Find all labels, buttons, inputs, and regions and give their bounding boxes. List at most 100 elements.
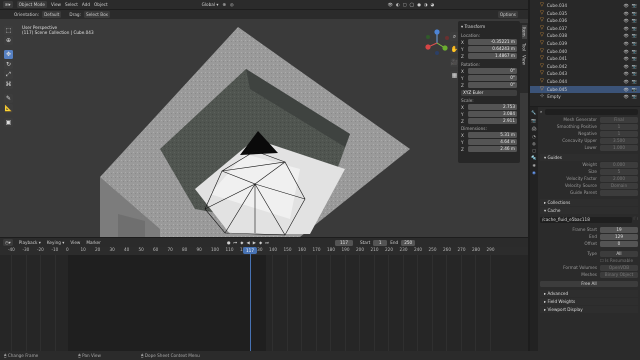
location-y-field[interactable]: 0.64243 m (468, 46, 517, 52)
menu-select[interactable]: Select (65, 2, 78, 7)
particles-tab-icon[interactable]: ✺ (532, 163, 536, 168)
rotation-y-field[interactable]: 0° (468, 75, 517, 81)
output-tab-icon[interactable]: 🖨 (531, 126, 536, 132)
playhead-frame-badge[interactable]: 117 (243, 247, 257, 254)
property-value[interactable]: 5 (600, 168, 638, 175)
outliner-row[interactable]: ▽ Cube.034 👁 📷 (530, 2, 640, 10)
add-cube-tool-icon[interactable]: ▣ (4, 118, 13, 127)
timeline-area[interactable]: -40-30-20-100102030405060708090100110120… (0, 247, 528, 351)
camera-icon[interactable]: 📷 (632, 86, 637, 94)
xray-icon[interactable]: ▢ (403, 2, 407, 8)
rotation-mode-select[interactable]: XYZ Euler (461, 90, 517, 96)
camera-icon[interactable]: 📷 (632, 2, 637, 10)
play-icon[interactable]: ▶ (253, 240, 256, 245)
meshes-select[interactable]: Binary Object (600, 271, 638, 278)
camera-icon[interactable]: 📷 (632, 48, 637, 56)
3d-viewport[interactable]: User Perspective (117) Scene Collection … (0, 19, 528, 237)
eye-icon[interactable]: 👁 (623, 32, 628, 40)
property-value[interactable]: 2.000 (600, 175, 638, 182)
prev-keyframe-icon[interactable]: ◆ (240, 240, 243, 245)
eye-icon[interactable]: 👁 (623, 48, 628, 56)
outliner-row[interactable]: ▽ Cube.040 👁 📷 (530, 48, 640, 56)
menu-keying[interactable]: Keying ▾ (47, 240, 65, 245)
mode-select[interactable]: Object Mode (16, 1, 48, 8)
select-box-tool-icon[interactable]: ⬚ (4, 26, 13, 35)
view-icon[interactable]: 👁 (388, 2, 393, 8)
scale-x-field[interactable]: 2.753 (468, 104, 517, 110)
outliner-row[interactable]: ⊹ Empty 👁 📷 (530, 93, 640, 101)
outliner-row[interactable]: ▽ Cube.037 👁 📷 (530, 25, 640, 33)
snap-icon[interactable]: ⊕ (222, 2, 226, 7)
outliner-row[interactable]: ▽ Cube.042 👁 📷 (530, 63, 640, 71)
render-tab-icon[interactable]: 📷 (531, 118, 536, 124)
properties-search-input[interactable] (545, 108, 638, 115)
eye-icon[interactable]: 👁 (623, 55, 628, 63)
property-value[interactable]: 19 (600, 226, 638, 233)
end-frame-field[interactable]: 250 (401, 239, 416, 246)
property-value[interactable] (600, 189, 638, 196)
rotation-z-field[interactable]: 0° (468, 82, 517, 88)
scale-y-field[interactable]: 3.084 (468, 111, 517, 117)
outliner-row[interactable]: ▽ Cube.036 👁 📷 (530, 17, 640, 25)
camera-icon[interactable]: 📷 (632, 25, 637, 33)
menu-playback[interactable]: Playback ▾ (19, 240, 41, 245)
tool-tab-icon[interactable]: 🔧 (531, 110, 536, 116)
start-frame-field[interactable]: 1 (373, 239, 388, 246)
outliner-row[interactable]: ▽ Cube.043 👁 📷 (530, 70, 640, 78)
menu-timeline-view[interactable]: View (70, 240, 80, 245)
camera-icon[interactable]: 📷 (632, 17, 637, 25)
orientation-select[interactable]: Default (42, 11, 62, 18)
world-tab-icon[interactable]: ◍ (532, 141, 536, 146)
camera-icon[interactable]: 📷 (632, 63, 637, 71)
outliner-row[interactable]: ▽ Cube.039 👁 📷 (530, 40, 640, 48)
eye-icon[interactable]: 👁 (623, 2, 628, 10)
menu-add[interactable]: Add (82, 2, 90, 7)
camera-icon[interactable]: 📷 (632, 70, 637, 78)
transform-orientation-select[interactable]: Global ▾ (202, 2, 219, 7)
transform-tool-icon[interactable]: ⌘ (4, 80, 13, 89)
cache-type-select[interactable]: All (600, 250, 638, 257)
location-z-field[interactable]: 1.4867 m (468, 53, 517, 59)
camera-icon[interactable]: 📷 (632, 78, 637, 86)
collections-panel-header[interactable]: ▸ Collections (540, 199, 638, 206)
modifier-tab-icon[interactable]: 🔩 (531, 155, 536, 161)
property-value[interactable]: Domain (600, 182, 638, 189)
property-value[interactable]: Final (600, 116, 638, 123)
physics-tab-icon[interactable]: ◉ (532, 170, 536, 175)
eye-icon[interactable]: 👁 (623, 40, 628, 48)
play-reverse-icon[interactable]: ◀ (247, 240, 250, 245)
scale-z-field[interactable]: 2.911 (468, 118, 517, 124)
scale-tool-icon[interactable]: ⤢ (4, 70, 13, 79)
camera-icon[interactable]: 📷 (632, 10, 637, 18)
eye-icon[interactable]: 👁 (623, 25, 628, 33)
current-frame-field[interactable]: 117 (334, 239, 353, 246)
playhead-line[interactable] (250, 247, 251, 351)
dimensions-y-field[interactable]: 4.64 m (468, 139, 517, 145)
folder-icon[interactable]: 🗀 (634, 216, 638, 223)
transform-panel-title[interactable]: ▾ Transform (461, 23, 517, 30)
property-value[interactable]: 3.500 (600, 137, 638, 144)
eye-icon[interactable]: 👁 (623, 17, 628, 25)
solid-shading-icon[interactable]: ● (417, 2, 421, 8)
cache-path-field[interactable]: /cache_fluid_e5bac118 (540, 216, 632, 223)
proportional-icon[interactable]: ◎ (230, 2, 234, 7)
free-all-button[interactable]: Free All (540, 281, 638, 287)
timeline-editor-type-button[interactable]: ◷▾ (3, 239, 13, 246)
eye-icon[interactable]: 👁 (623, 93, 628, 101)
property-value[interactable]: 1 (600, 123, 638, 130)
eye-icon[interactable]: 👁 (623, 10, 628, 18)
camera-icon[interactable]: 📷 (632, 55, 637, 63)
resumable-checkbox[interactable]: ☐ Is Resumable (600, 258, 638, 263)
eye-icon[interactable]: 👁 (623, 63, 628, 71)
property-value[interactable]: 1 (600, 130, 638, 137)
location-x-field[interactable]: -0.35221 m (468, 39, 517, 45)
rotation-x-field[interactable]: 0° (468, 68, 517, 74)
move-tool-icon[interactable]: ✥ (4, 50, 13, 59)
eye-icon[interactable]: 👁 (623, 70, 628, 78)
jump-end-icon[interactable]: ⏭ (265, 240, 269, 245)
menu-object[interactable]: Object (94, 2, 108, 7)
cache-panel-header[interactable]: ▾ Cache (540, 207, 638, 214)
menu-marker[interactable]: Marker (86, 240, 100, 245)
rotate-tool-icon[interactable]: ↻ (4, 60, 13, 69)
annotate-tool-icon[interactable]: ✎ (4, 94, 13, 103)
